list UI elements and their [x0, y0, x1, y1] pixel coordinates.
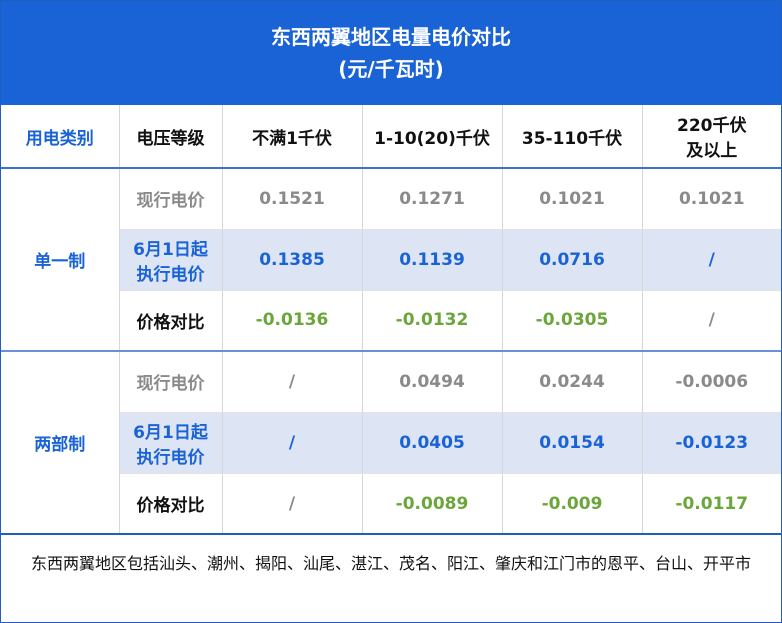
- price-table: 用电类别 电压等级 不满1千伏 1-10(20)千伏 35-110千伏 220千…: [1, 105, 781, 535]
- header-row: 用电类别 电压等级 不满1千伏 1-10(20)千伏 35-110千伏 220千…: [1, 105, 781, 169]
- header-category: 用电类别: [1, 105, 120, 169]
- table-cell: 0.1021: [642, 168, 781, 230]
- header-col-2: 1-10(20)千伏: [362, 105, 503, 169]
- table-cell: /: [222, 412, 363, 474]
- title-banner: 东西两翼地区电量电价对比 (元/千瓦时): [1, 1, 781, 105]
- table-cell: 0.0716: [502, 229, 643, 291]
- row-label: 6月1日起 执行电价: [119, 412, 223, 474]
- table-cell: -0.0006: [642, 350, 781, 413]
- table-cell: 0.1139: [362, 229, 503, 291]
- table-cell: -0.0136: [222, 290, 363, 352]
- table-cell: -0.0117: [642, 473, 781, 535]
- footnote: 东西两翼地区包括汕头、潮州、揭阳、汕尾、湛江、茂名、阳江、肇庆和江门市的恩平、台…: [1, 533, 781, 577]
- row-label-line2: 执行电价: [136, 447, 205, 468]
- table-cell: -0.009: [502, 473, 643, 535]
- header-col-1: 不满1千伏: [222, 105, 363, 169]
- row-label: 价格对比: [119, 290, 223, 352]
- table-cell: -0.0089: [362, 473, 503, 535]
- header-col-3: 35-110千伏: [502, 105, 643, 169]
- table-cell: /: [642, 290, 781, 352]
- table-cell: 0.0154: [502, 412, 643, 474]
- table-cell: 0.0244: [502, 350, 643, 413]
- header-col-4-line2: 及以上: [686, 141, 738, 161]
- row-label: 价格对比: [119, 473, 223, 535]
- group-label: 两部制: [1, 350, 120, 535]
- row-label: 现行电价: [119, 168, 223, 230]
- table-unit: (元/千瓦时): [338, 57, 444, 81]
- row-label-line1: 6月1日起: [133, 422, 208, 443]
- price-comparison-panel: 东西两翼地区电量电价对比 (元/千瓦时) 用电类别 电压等级 不满1千伏 1-1…: [0, 0, 782, 623]
- row-label-line2: 执行电价: [136, 264, 205, 285]
- table-title: 东西两翼地区电量电价对比: [271, 25, 511, 49]
- table-cell: /: [222, 473, 363, 535]
- table-cell: 0.1521: [222, 168, 363, 230]
- header-col-4-line1: 220千伏: [677, 116, 747, 136]
- table-cell: /: [642, 229, 781, 291]
- table-cell: 0.1271: [362, 168, 503, 230]
- table-cell: -0.0305: [502, 290, 643, 352]
- table-cell: 0.1021: [502, 168, 643, 230]
- table-row: 单一制 现行电价 0.1521 0.1271 0.1021 0.1021: [1, 168, 781, 352]
- table-cell: 0.0494: [362, 350, 503, 413]
- table-cell: -0.0132: [362, 290, 503, 352]
- table-cell: 0.0405: [362, 412, 503, 474]
- row-label: 现行电价: [119, 350, 223, 413]
- table-cell: 0.1385: [222, 229, 363, 291]
- row-label: 6月1日起 执行电价: [119, 229, 223, 291]
- row-label-line1: 6月1日起: [133, 239, 208, 260]
- header-voltage: 电压等级: [119, 105, 223, 169]
- table-cell: /: [222, 350, 363, 413]
- table-cell: -0.0123: [642, 412, 781, 474]
- header-col-4: 220千伏 及以上: [642, 105, 781, 169]
- table-row: 两部制 现行电价 / 0.0494 0.0244 -0.0006: [1, 350, 781, 535]
- group-label: 单一制: [1, 168, 120, 352]
